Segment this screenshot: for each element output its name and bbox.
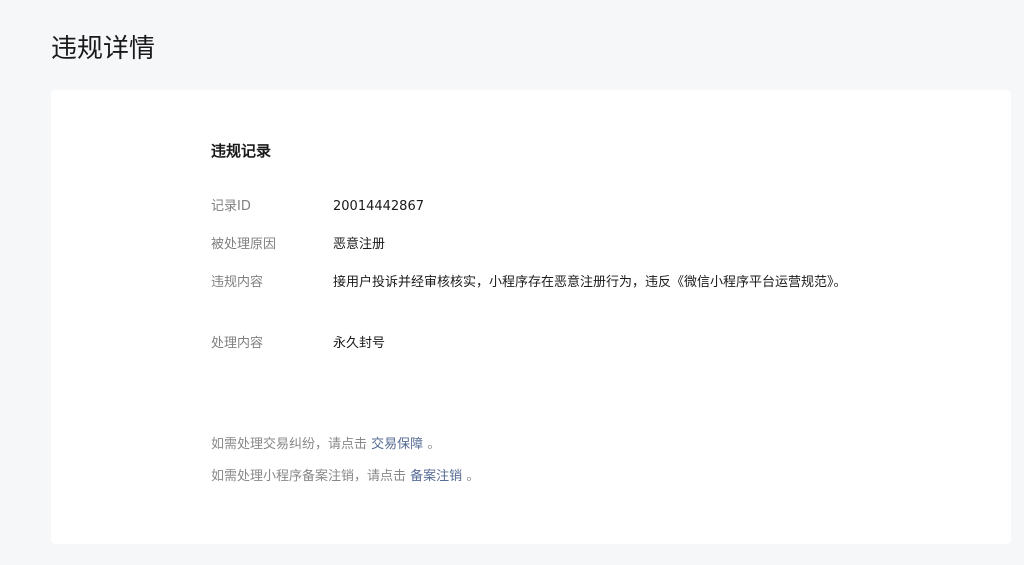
record-id-label: 记录ID — [211, 199, 251, 214]
trade-dispute-tip-suffix: 。 — [427, 437, 441, 452]
action-label: 处理内容 — [211, 336, 264, 351]
violation-content-row: 违规内容 接用户投诉并经审核核实，小程序存在恶意注册行为，违反《微信小程序平台运… — [211, 272, 858, 294]
page-title: 违规详情 — [51, 34, 156, 64]
filing-cancel-link[interactable]: 备案注销 — [410, 469, 462, 484]
trade-protection-link[interactable]: 交易保障 — [371, 437, 423, 452]
section-title: 违规记录 — [211, 142, 272, 160]
reason-row: 被处理原因 恶意注册 — [211, 234, 858, 256]
record-id-value: 20014442867 — [333, 199, 424, 214]
action-row: 处理内容 永久封号 — [211, 333, 858, 355]
violation-content-label: 违规内容 — [211, 275, 264, 290]
trade-dispute-tip-text: 如需处理交易纠纷，请点击 — [211, 437, 368, 452]
filing-cancel-tip-suffix: 。 — [466, 469, 480, 484]
violation-content-value: 接用户投诉并经审核核实，小程序存在恶意注册行为，违反《微信小程序平台运营规范》。 — [333, 275, 847, 290]
violation-detail-card: 违规记录 记录ID 20014442867 被处理原因 恶意注册 违规内容 接用… — [51, 90, 1011, 544]
record-id-row: 记录ID 20014442867 — [211, 196, 858, 218]
action-value: 永久封号 — [333, 336, 386, 351]
trade-dispute-tip: 如需处理交易纠纷，请点击 交易保障 。 — [211, 434, 440, 456]
filing-cancel-tip-text: 如需处理小程序备案注销，请点击 — [211, 469, 407, 484]
filing-cancel-tip: 如需处理小程序备案注销，请点击 备案注销 。 — [211, 466, 479, 488]
reason-value: 恶意注册 — [333, 237, 386, 252]
reason-label: 被处理原因 — [211, 237, 277, 252]
